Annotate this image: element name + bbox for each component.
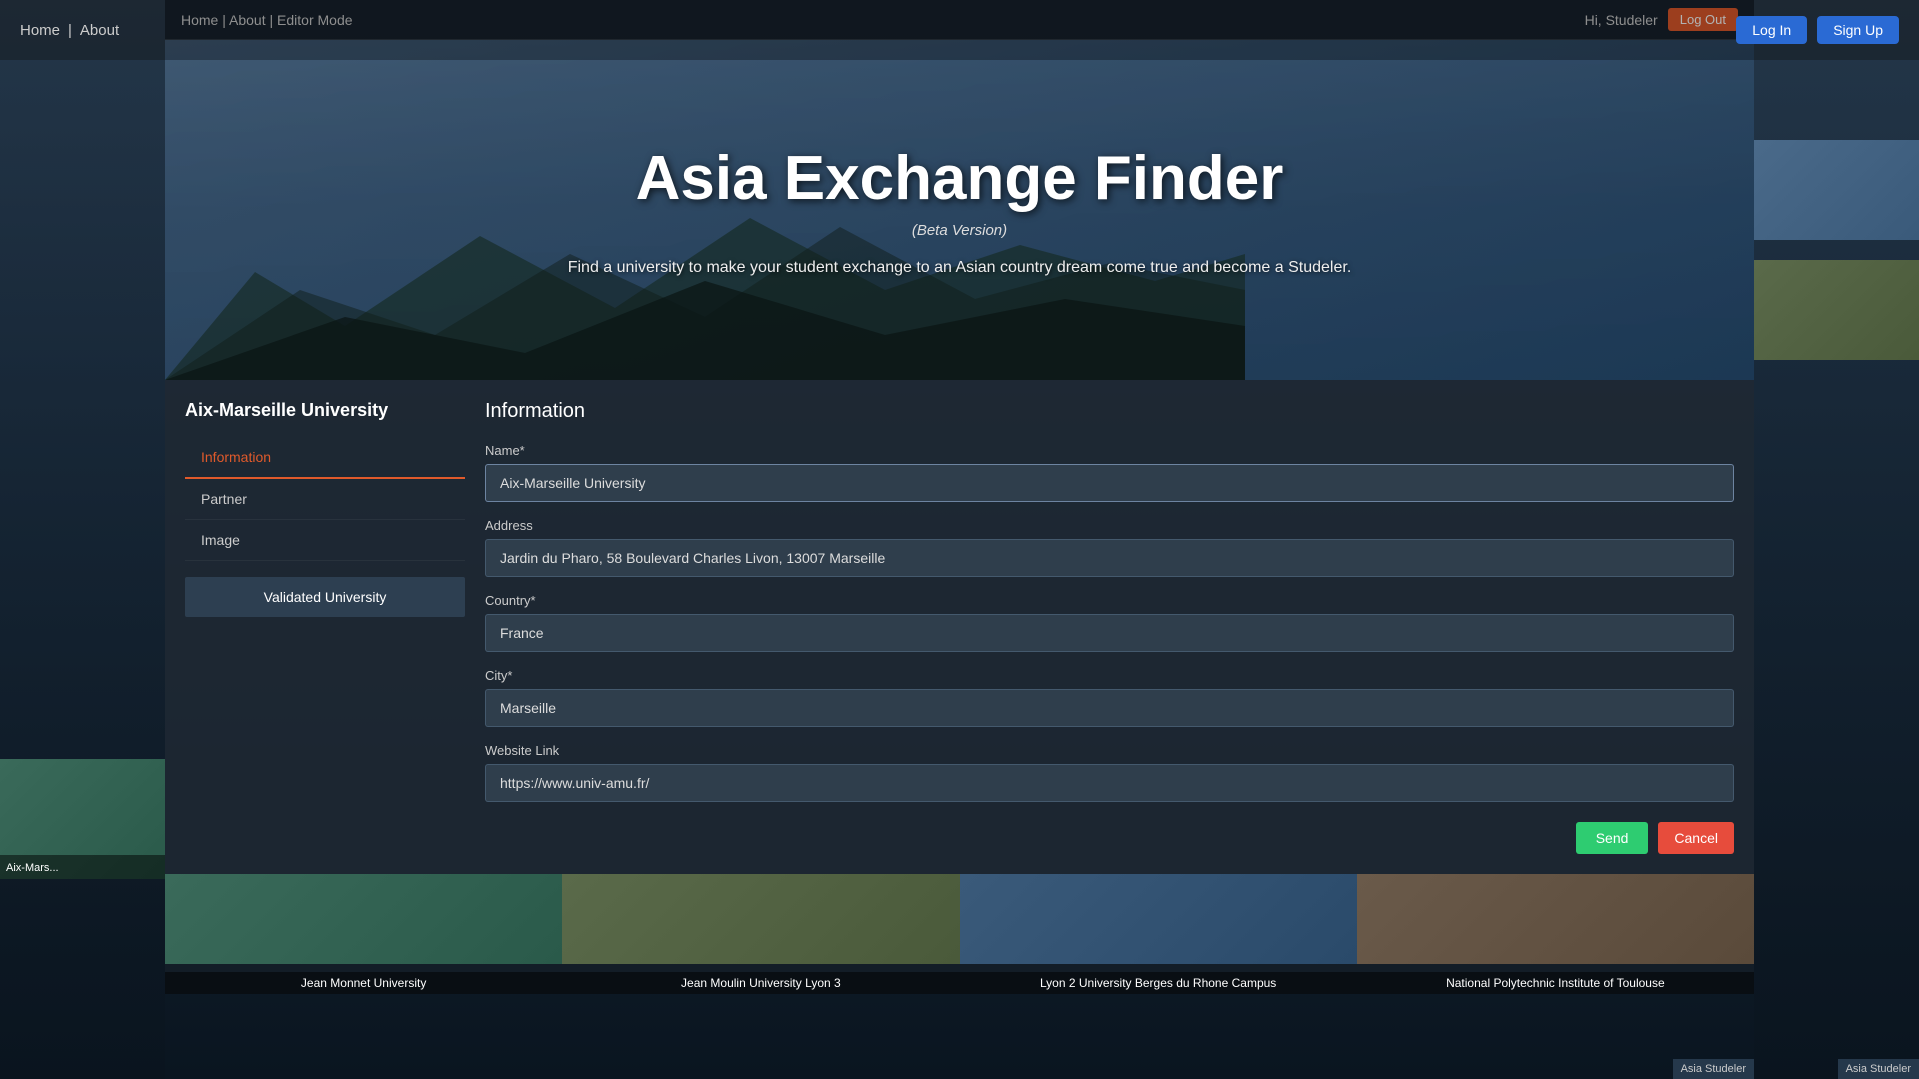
city-input[interactable] [485,689,1734,727]
sidebar-item-image[interactable]: Image [185,520,465,561]
card4-label: National Polytechnic Institute of Toulou… [1357,972,1754,994]
address-input[interactable] [485,539,1734,577]
form-section-title: Information [485,400,1734,423]
sidebar-image-label: Image [201,532,240,548]
form-group-address: Address [485,518,1734,577]
form-group-name: Name* [485,443,1734,502]
card3-image [960,874,1357,964]
card3-label: Lyon 2 University Berges du Rhone Campus [960,972,1357,994]
sidebar-item-partner[interactable]: Partner [185,479,465,520]
card-jean-moulin[interactable]: Jean Moulin University Lyon 3 [562,874,959,994]
form-actions: Send Cancel [485,822,1734,854]
country-label: Country* [485,593,1734,608]
card-jean-monnet[interactable]: Jean Monnet University [165,874,562,994]
card1-image [165,874,562,964]
address-label: Address [485,518,1734,533]
card2-label: Jean Moulin University Lyon 3 [562,972,959,994]
hero-beta: (Beta Version) [912,222,1007,239]
outer-nav-separator1: | [68,22,72,39]
outer-navbar: Home | About Log In Sign Up [0,0,1919,60]
website-input[interactable] [485,764,1734,802]
city-label: City* [485,668,1734,683]
form-group-city: City* [485,668,1734,727]
card1-label: Jean Monnet University [165,972,562,994]
login-button[interactable]: Log In [1736,16,1807,44]
watermark-bottom: Asia Studeler [1673,1059,1754,1079]
form-group-country: Country* [485,593,1734,652]
website-label: Website Link [485,743,1734,758]
name-label: Name* [485,443,1734,458]
hero-title: Asia Exchange Finder [636,143,1284,214]
hero-section: Asia Exchange Finder (Beta Version) Find… [165,40,1754,380]
card2-image [562,874,959,964]
sidebar-university-name: Aix-Marseille University [185,400,465,421]
form-group-website: Website Link [485,743,1734,802]
name-input[interactable] [485,464,1734,502]
watermark-far-right: Asia Studeler [1838,1059,1919,1079]
sidebar-item-information[interactable]: Information [185,437,465,479]
cancel-button[interactable]: Cancel [1658,822,1734,854]
hero-mountains-svg [165,200,1245,380]
form-area: Information Name* Address Country* City*… [485,400,1734,854]
card-lyon2[interactable]: Lyon 2 University Berges du Rhone Campus [960,874,1357,994]
content-area: Aix-Marseille University Information Par… [165,380,1754,874]
bottom-cards: Jean Monnet University Jean Moulin Unive… [165,874,1754,994]
outer-home-link[interactable]: Home [20,22,60,39]
sidebar: Aix-Marseille University Information Par… [185,400,465,854]
sidebar-information-label: Information [201,449,271,465]
signup-button[interactable]: Sign Up [1817,16,1899,44]
validated-university-button[interactable]: Validated University [185,577,465,617]
country-input[interactable] [485,614,1734,652]
outer-nav-links: Home | About [20,22,119,39]
hero-subtitle: Find a university to make your student e… [568,259,1352,277]
main-window: Home | About | Editor Mode Hi, Studeler … [165,0,1754,1079]
left-decoration: Aix-Mars... [0,60,165,1079]
sidebar-partner-label: Partner [201,491,247,507]
outer-nav-actions: Log In Sign Up [1736,16,1899,44]
send-button[interactable]: Send [1576,822,1649,854]
left-card-label: Aix-Mars... [6,862,59,874]
card-inpt[interactable]: National Polytechnic Institute of Toulou… [1357,874,1754,994]
card4-image [1357,874,1754,964]
outer-about-link[interactable]: About [80,22,119,39]
right-decoration [1754,60,1919,1079]
